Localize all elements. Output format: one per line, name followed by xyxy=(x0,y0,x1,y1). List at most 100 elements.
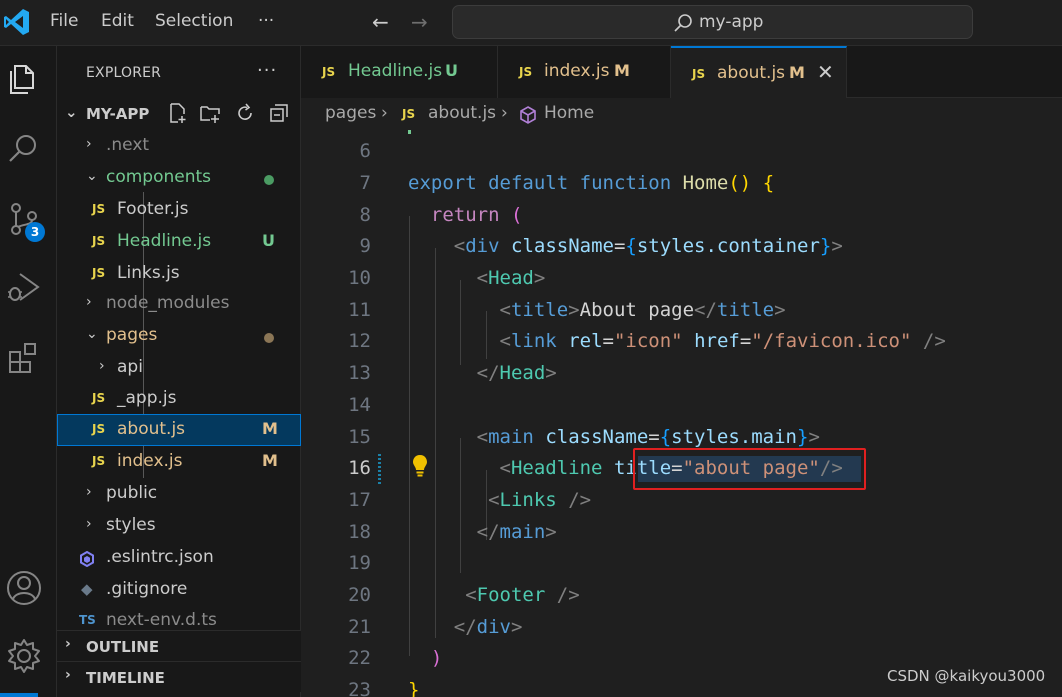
tag-name: main xyxy=(499,521,546,543)
tag-punct: </ xyxy=(476,362,500,384)
outline-section-header[interactable]: › OUTLINE xyxy=(57,630,301,661)
close-icon[interactable]: ✕ xyxy=(817,60,834,84)
keyword: default xyxy=(488,172,569,194)
tree-file-footer[interactable]: JS Footer.js xyxy=(57,194,301,226)
explorer-more-button[interactable]: ··· xyxy=(257,60,277,81)
tag-punct: > xyxy=(510,616,523,638)
account-icon[interactable] xyxy=(4,568,44,608)
tree-folder-pages[interactable]: ⌄ pages xyxy=(57,320,301,352)
tree-file-headline[interactable]: JS Headline.js U xyxy=(57,226,301,258)
tab-headline[interactable]: JS Headline.js U xyxy=(301,46,498,98)
extensions-icon[interactable] xyxy=(4,338,44,378)
tag-punct: </ xyxy=(453,616,477,638)
forward-arrow-icon[interactable]: → xyxy=(411,10,428,34)
explorer-title: EXPLORER xyxy=(86,65,162,81)
component-name: Footer xyxy=(476,584,546,606)
breadcrumb-symbol[interactable]: Home xyxy=(544,103,594,123)
line-number: 9 xyxy=(359,235,371,257)
new-file-icon[interactable] xyxy=(167,102,189,124)
settings-gear-icon[interactable] xyxy=(4,636,44,676)
title-bar: File Edit Selection ··· ← → my-app xyxy=(0,0,1062,46)
line-number: 14 xyxy=(348,394,371,416)
code-line-11: <title>About page</title> xyxy=(408,299,786,321)
code-line-20: <Footer /> xyxy=(408,584,579,606)
line-number: 10 xyxy=(348,267,371,289)
code-editor[interactable]: 6 7 8 9 10 11 12 13 14 15 16 17 18 19 20… xyxy=(301,130,1062,697)
code-line-12: <link rel="icon" href="/favicon.ico" /> xyxy=(408,330,946,352)
tree-file-gitignore[interactable]: ◆ .gitignore xyxy=(57,574,301,606)
tree-file-app[interactable]: JS _app.js xyxy=(57,383,301,415)
tag-punct: </ xyxy=(476,521,500,543)
gitignore-icon: ◆ xyxy=(81,580,93,598)
menu-selection[interactable]: Selection xyxy=(155,11,233,31)
tree-folder-components[interactable]: ⌄ components xyxy=(57,162,301,194)
tree-folder-public[interactable]: › public xyxy=(57,478,301,510)
keyword: return xyxy=(430,204,500,226)
tree-file-links[interactable]: JS Links.js xyxy=(57,258,301,290)
chevron-right-icon: › xyxy=(65,667,71,683)
code-line-15: <main className={styles.main}> xyxy=(408,426,820,448)
code-line-21: </div> xyxy=(408,616,523,638)
js-file-icon: JS xyxy=(92,454,106,468)
tab-index[interactable]: JS index.js M xyxy=(498,46,671,98)
operator: = xyxy=(602,330,614,352)
eslint-icon xyxy=(80,551,94,567)
tag-punct: < xyxy=(476,267,489,289)
chevron-right-icon: › xyxy=(381,103,388,123)
tag-name: main xyxy=(488,426,534,448)
bracket: { xyxy=(625,235,637,257)
string: "/favicon.ico" xyxy=(751,330,912,352)
timeline-section-header[interactable]: › TIMELINE xyxy=(57,661,301,692)
vscode-logo-icon xyxy=(4,9,29,35)
bracket: () xyxy=(728,172,752,194)
timeline-label: TIMELINE xyxy=(86,669,165,687)
tree-item-label: api xyxy=(117,357,143,377)
tree-item-label: pages xyxy=(106,325,158,345)
breadcrumb-file[interactable]: about.js xyxy=(428,103,496,123)
tab-status-badge: M xyxy=(614,61,630,80)
line-number: 15 xyxy=(348,426,371,448)
tree-item-label: public xyxy=(106,483,158,503)
tab-status-badge: M xyxy=(789,63,805,82)
tree-item-label: about.js xyxy=(117,419,186,439)
collapse-all-icon[interactable] xyxy=(268,102,290,124)
tree-item-label: node_modules xyxy=(106,293,230,313)
component-name: Head xyxy=(488,267,534,289)
code-line-8: return ( xyxy=(408,204,523,226)
gutter-added-marker xyxy=(408,130,411,134)
js-file-icon: JS xyxy=(519,65,533,79)
breadcrumb-folder[interactable]: pages xyxy=(325,103,376,123)
tree-folder-api[interactable]: › api xyxy=(57,352,301,384)
refresh-icon[interactable] xyxy=(234,102,256,124)
menu-edit[interactable]: Edit xyxy=(101,11,134,31)
run-debug-icon[interactable] xyxy=(4,268,44,308)
tree-folder-next[interactable]: › .next xyxy=(57,130,301,162)
bracket: } xyxy=(408,679,420,697)
tag-punct: < xyxy=(499,299,511,321)
new-folder-icon[interactable] xyxy=(199,102,221,124)
bracket: ) xyxy=(430,647,443,669)
tree-file-index[interactable]: JS index.js M xyxy=(57,446,301,478)
js-file-icon: JS xyxy=(692,67,706,81)
search-icon[interactable] xyxy=(4,128,44,168)
back-arrow-icon[interactable]: ← xyxy=(372,10,389,34)
js-file-icon: JS xyxy=(92,202,106,216)
menu-more[interactable]: ··· xyxy=(258,11,274,31)
tree-folder-node-modules[interactable]: › node_modules xyxy=(57,288,301,320)
component-name: Headline xyxy=(510,457,603,479)
menu-file[interactable]: File xyxy=(50,11,78,31)
tag-punct: > xyxy=(545,362,557,384)
explorer-files-icon[interactable] xyxy=(4,58,44,98)
status-bar-remote-indicator[interactable] xyxy=(0,693,38,697)
keyword: function xyxy=(579,172,672,194)
lightbulb-icon[interactable] xyxy=(411,453,429,479)
tree-file-about[interactable]: JS about.js M xyxy=(57,414,301,446)
line-number: 6 xyxy=(359,140,371,162)
tree-folder-styles[interactable]: › styles xyxy=(57,510,301,542)
search-icon xyxy=(674,14,692,32)
line-number: 19 xyxy=(348,552,371,574)
tab-about[interactable]: JS about.js M ✕ xyxy=(671,46,847,98)
command-center-search[interactable]: my-app xyxy=(452,5,973,39)
tab-label: index.js xyxy=(544,61,610,81)
tree-file-eslintrc[interactable]: .eslintrc.json xyxy=(57,542,301,574)
